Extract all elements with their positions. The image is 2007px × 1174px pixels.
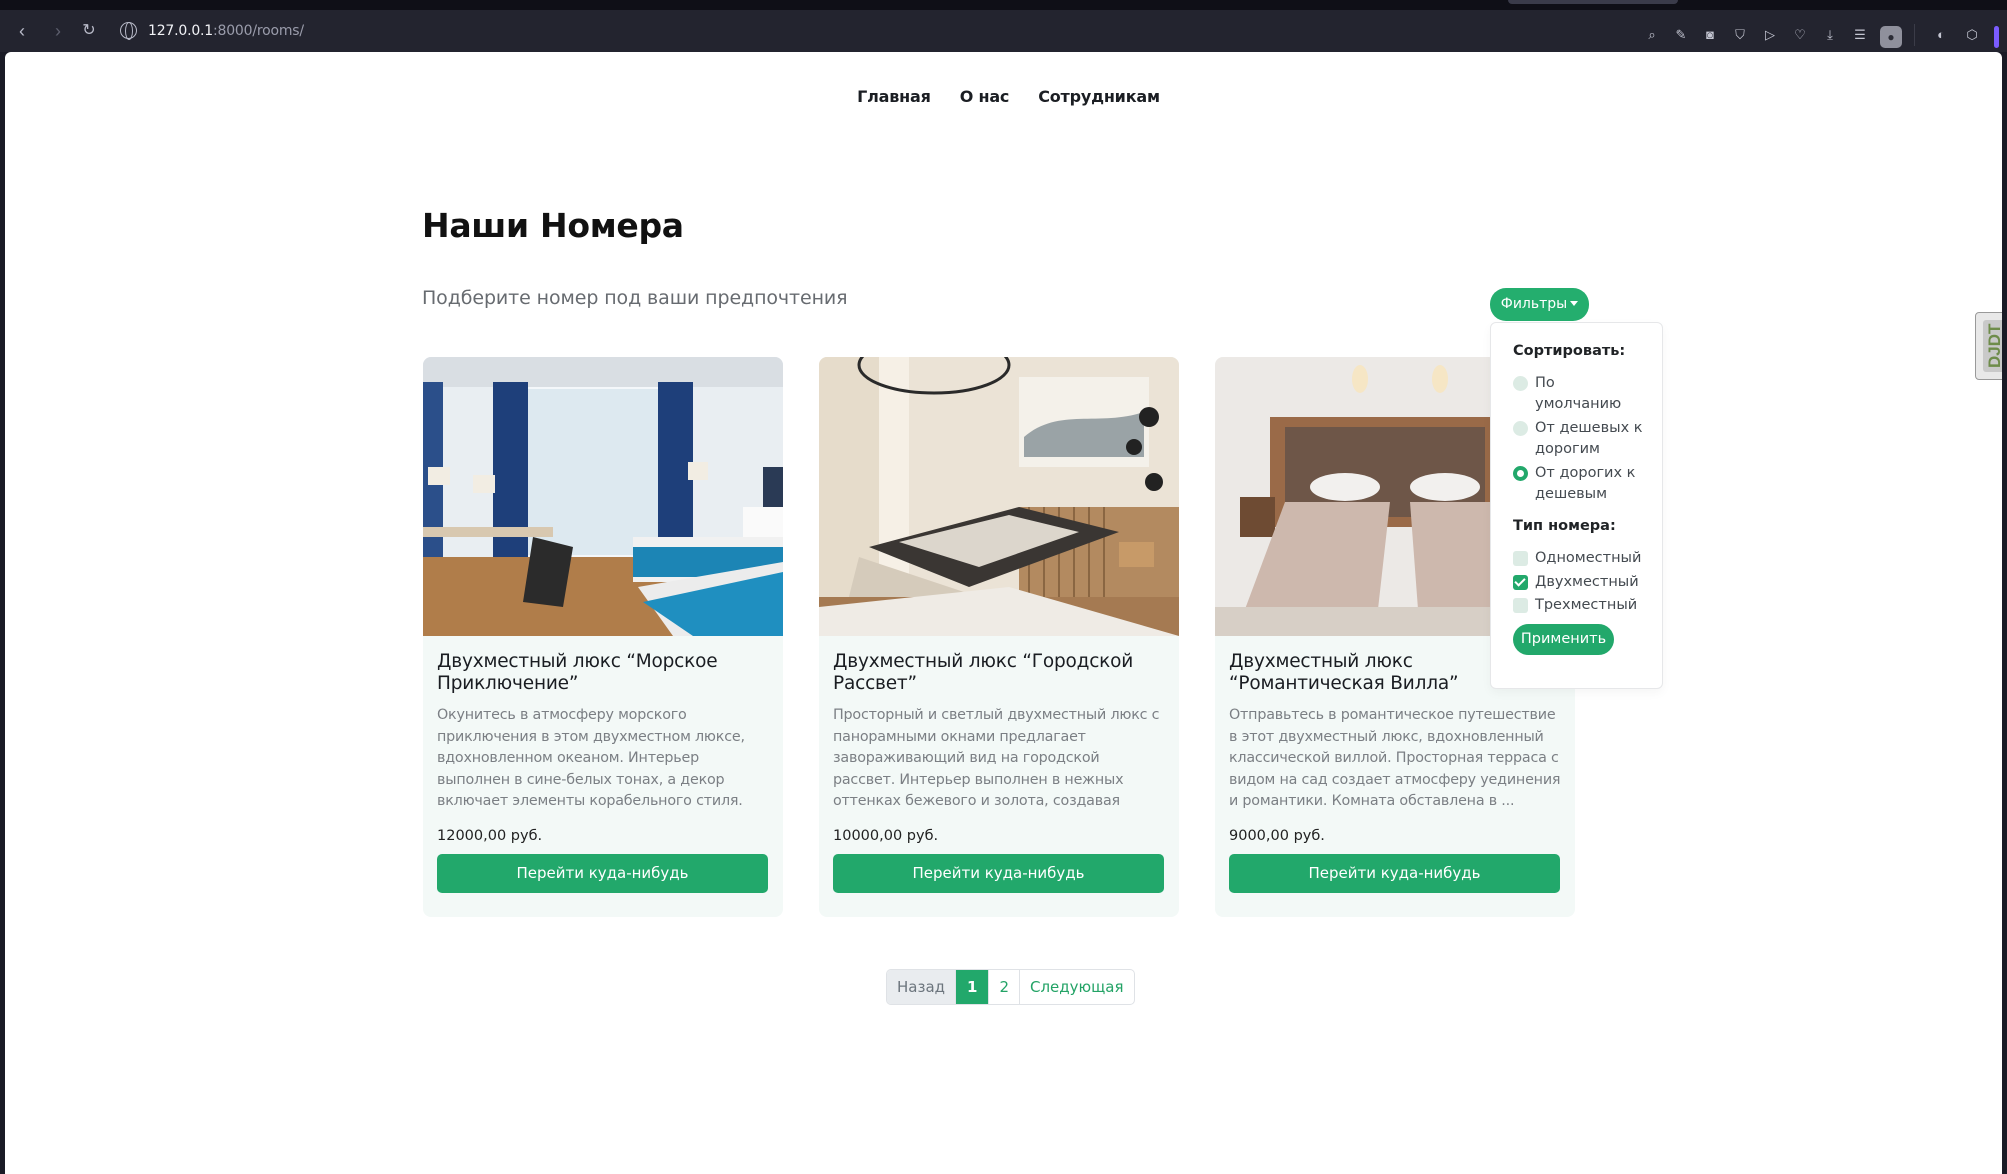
type-option-label: Трехместный bbox=[1535, 597, 1638, 613]
room-title: Двухместный люкс “Морское Приключение” bbox=[437, 651, 718, 694]
active-tab-indicator[interactable] bbox=[1508, 0, 1678, 4]
shield-icon[interactable]: ⛉ bbox=[1732, 27, 1748, 43]
room-price: 10000,00 руб. bbox=[833, 828, 939, 844]
nav-about[interactable]: О нас bbox=[960, 87, 1010, 106]
sidebar-accent[interactable] bbox=[1994, 26, 1999, 48]
django-debug-toolbar-handle[interactable]: DJDT bbox=[1975, 312, 2002, 380]
sort-option-desc[interactable]: От дорогих к дешевым bbox=[1513, 463, 1662, 504]
nav-staff[interactable]: Сотрудникам bbox=[1038, 87, 1160, 106]
sort-option-label: По умолчанию bbox=[1535, 375, 1622, 412]
room-title: Двухместный люкс “Городской Рассвет” bbox=[833, 651, 1134, 694]
pagination-page-1[interactable]: 1 bbox=[956, 970, 990, 1004]
web-page: Главная О нас Сотрудникам Наши Номера По… bbox=[5, 52, 2002, 1174]
toolbar-divider bbox=[1914, 24, 1915, 46]
back-icon[interactable]: ‹ bbox=[11, 20, 33, 42]
djdt-label: DJDT bbox=[1983, 320, 2002, 372]
heart-icon[interactable]: ♡ bbox=[1792, 27, 1808, 43]
checkbox[interactable] bbox=[1513, 551, 1528, 566]
filters-menu: Сортировать: По умолчанию От дешевых к д… bbox=[1490, 322, 1663, 689]
type-option-label: Одноместный bbox=[1535, 550, 1642, 566]
extension-icon[interactable]: ◐ bbox=[1933, 27, 1949, 43]
download-icon[interactable]: ⤓ bbox=[1822, 27, 1838, 43]
type-option-single[interactable]: Одноместный bbox=[1513, 548, 1662, 569]
apply-button[interactable]: Применить bbox=[1513, 623, 1614, 655]
page-subtitle: Подберите номер под ваши предпочтения bbox=[422, 287, 848, 309]
room-price: 12000,00 руб. bbox=[437, 828, 543, 844]
radio-button[interactable] bbox=[1513, 421, 1528, 436]
checkbox[interactable] bbox=[1513, 598, 1528, 613]
reload-icon[interactable]: ↻ bbox=[78, 20, 100, 42]
menu-icon[interactable]: ☰ bbox=[1852, 27, 1868, 43]
type-option-triple[interactable]: Трехместный bbox=[1513, 595, 1662, 616]
pagination-page-2[interactable]: 2 bbox=[989, 970, 1020, 1004]
checkbox-checked[interactable] bbox=[1513, 574, 1528, 590]
radio-button[interactable] bbox=[1513, 376, 1528, 391]
room-link-button[interactable]: Перейти куда-нибудь bbox=[437, 854, 768, 893]
sort-option-default[interactable]: По умолчанию bbox=[1513, 373, 1662, 414]
browser-toolbar: ‹ › ↻ 127.0.0.1:8000/rooms/ ⌕ ✎ ◙ ⛉ ▷ ♡ … bbox=[0, 10, 2007, 52]
sort-option-label: От дорогих к дешевым bbox=[1535, 465, 1636, 502]
filters-dropdown-button[interactable]: Фильтры bbox=[1490, 288, 1589, 321]
sort-heading: Сортировать: bbox=[1513, 343, 1626, 359]
room-type-heading: Тип номера: bbox=[1513, 518, 1616, 534]
room-description: Просторный и светлый двухместный люкс с … bbox=[833, 707, 1160, 809]
pagination: Назад 1 2 Следующая bbox=[886, 969, 1135, 1005]
room-description: Окунитесь в атмосферу морского приключен… bbox=[437, 707, 745, 809]
room-cards: Двухместный люкс “Морское Приключение” О… bbox=[423, 357, 1575, 917]
room-price: 9000,00 руб. bbox=[1229, 828, 1325, 844]
room-description: Отправьтесь в романтическое путешествие … bbox=[1229, 707, 1561, 809]
room-photo bbox=[423, 357, 783, 636]
play-icon[interactable]: ▷ bbox=[1762, 27, 1778, 43]
room-photo bbox=[819, 357, 1179, 636]
pagination-next[interactable]: Следующая bbox=[1020, 970, 1134, 1004]
profile-icon[interactable]: ● bbox=[1880, 26, 1902, 48]
caret-down-icon bbox=[1570, 301, 1579, 306]
url-path: :8000/rooms/ bbox=[213, 23, 304, 39]
address-bar[interactable]: 127.0.0.1:8000/rooms/ bbox=[148, 22, 304, 40]
room-card: Двухместный люкс “Морское Приключение” О… bbox=[423, 357, 783, 917]
camera-icon[interactable]: ◙ bbox=[1702, 27, 1718, 43]
main-nav: Главная О нас Сотрудникам bbox=[5, 87, 2002, 106]
forward-icon[interactable]: › bbox=[47, 20, 69, 42]
url-host: 127.0.0.1 bbox=[148, 23, 213, 39]
room-link-button[interactable]: Перейти куда-нибудь bbox=[833, 854, 1164, 893]
cube-icon[interactable]: ⬡ bbox=[1964, 27, 1980, 43]
type-option-double[interactable]: Двухместный bbox=[1513, 572, 1662, 593]
filters-button-label: Фильтры bbox=[1500, 296, 1568, 312]
page-title: Наши Номера bbox=[422, 206, 684, 245]
window-top-edge bbox=[0, 0, 2007, 10]
zoom-icon[interactable]: ⌕ bbox=[1644, 27, 1660, 43]
type-option-label: Двухместный bbox=[1535, 573, 1639, 590]
site-info-icon[interactable] bbox=[120, 22, 137, 40]
radio-button-selected[interactable] bbox=[1513, 466, 1528, 481]
pagination-prev[interactable]: Назад bbox=[887, 970, 957, 1004]
sort-option-asc[interactable]: От дешевых к дорогим bbox=[1513, 418, 1662, 459]
room-link-button[interactable]: Перейти куда-нибудь bbox=[1229, 854, 1560, 893]
sort-option-label: От дешевых к дорогим bbox=[1535, 420, 1643, 457]
nav-home[interactable]: Главная bbox=[857, 87, 931, 106]
room-card: Двухместный люкс “Городской Рассвет” Про… bbox=[819, 357, 1179, 917]
edit-icon[interactable]: ✎ bbox=[1673, 27, 1689, 43]
